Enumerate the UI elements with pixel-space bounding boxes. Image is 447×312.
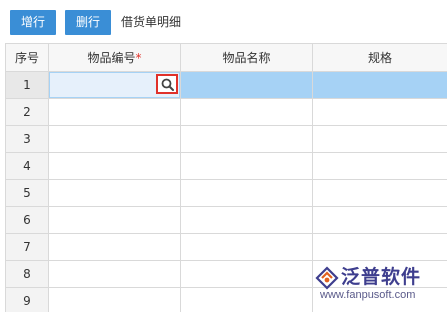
column-header-item-name[interactable]: 物品名称 xyxy=(180,43,313,72)
required-mark: * xyxy=(135,51,142,65)
column-header-seq: 序号 xyxy=(5,43,49,72)
item-name-cell[interactable] xyxy=(180,260,313,288)
item-code-cell[interactable] xyxy=(48,233,181,261)
spec-cell[interactable] xyxy=(312,206,447,234)
item-code-cell[interactable] xyxy=(48,287,181,312)
item-name-cell[interactable] xyxy=(180,152,313,180)
table-row[interactable]: 2 xyxy=(5,98,447,126)
add-row-button[interactable]: 增行 xyxy=(10,10,56,35)
item-code-cell[interactable] xyxy=(48,206,181,234)
spec-cell[interactable] xyxy=(312,125,447,153)
row-number: 2 xyxy=(5,98,49,126)
row-number: 3 xyxy=(5,125,49,153)
section-title: 借货单明细 xyxy=(121,15,182,29)
watermark: 泛普软件 www.fanpusoft.com xyxy=(314,262,442,306)
item-name-cell[interactable] xyxy=(180,98,313,126)
table-row[interactable]: 1 xyxy=(5,71,447,99)
item-code-cell[interactable] xyxy=(48,98,181,126)
toolbar: 增行 删行 借货单明细 xyxy=(0,0,447,40)
item-code-cell[interactable] xyxy=(48,179,181,207)
delete-row-button[interactable]: 删行 xyxy=(65,10,111,35)
row-number: 1 xyxy=(5,71,49,99)
column-header-spec[interactable]: 规格 xyxy=(312,43,447,72)
table-row[interactable]: 6 xyxy=(5,206,447,234)
row-number: 9 xyxy=(5,287,49,312)
row-number: 6 xyxy=(5,206,49,234)
spec-cell[interactable] xyxy=(312,98,447,126)
search-icon xyxy=(161,78,174,91)
fanpu-logo-icon xyxy=(315,266,339,290)
item-name-cell[interactable] xyxy=(180,71,313,99)
table-row[interactable]: 3 xyxy=(5,125,447,153)
row-number: 4 xyxy=(5,152,49,180)
spec-cell[interactable] xyxy=(312,179,447,207)
spec-cell[interactable] xyxy=(312,233,447,261)
table-header-row: 序号 物品编号* 物品名称 规格 xyxy=(5,43,447,72)
item-lookup-button[interactable] xyxy=(156,74,178,94)
row-number: 7 xyxy=(5,233,49,261)
item-name-cell[interactable] xyxy=(180,179,313,207)
row-number: 8 xyxy=(5,260,49,288)
watermark-name: 泛普软件 xyxy=(341,266,422,288)
spec-cell[interactable] xyxy=(312,152,447,180)
item-code-cell[interactable] xyxy=(48,125,181,153)
table-row[interactable]: 5 xyxy=(5,179,447,207)
item-name-cell[interactable] xyxy=(180,206,313,234)
table-row[interactable]: 7 xyxy=(5,233,447,261)
spec-cell[interactable] xyxy=(312,71,447,99)
item-name-cell[interactable] xyxy=(180,287,313,312)
row-number: 5 xyxy=(5,179,49,207)
item-code-cell[interactable] xyxy=(48,152,181,180)
column-header-item-code[interactable]: 物品编号* xyxy=(48,43,181,72)
item-code-cell[interactable] xyxy=(48,71,181,99)
table-row[interactable]: 4 xyxy=(5,152,447,180)
item-code-cell[interactable] xyxy=(48,260,181,288)
item-name-cell[interactable] xyxy=(180,125,313,153)
item-name-cell[interactable] xyxy=(180,233,313,261)
watermark-url: www.fanpusoft.com xyxy=(320,289,416,301)
